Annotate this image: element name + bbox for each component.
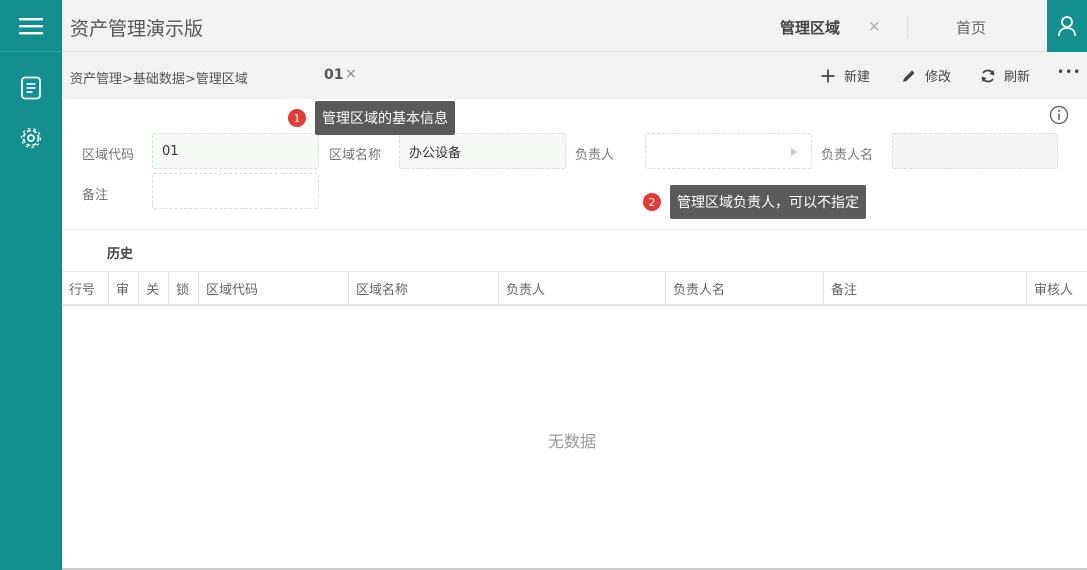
tab-management-area[interactable]: 管理区域 <box>780 17 840 38</box>
column-header-lock[interactable]: 锁 <box>169 272 199 305</box>
owner-select[interactable] <box>645 133 812 169</box>
breadcrumb: 资产管理>基础数据>管理区域 <box>70 72 248 87</box>
toolbar: 资产管理>基础数据>管理区域 01 × 新建 修改 刷新 ••• <box>62 52 1087 99</box>
basic-info-form: 区域代码 01 区域名称 办公设备 负责人 负责人名 备注 <box>62 99 1087 230</box>
sidebar-item-settings[interactable] <box>0 118 62 158</box>
new-button[interactable]: 新建 <box>820 66 870 85</box>
tip-2-text: 管理区域负责人，可以不指定 <box>670 185 866 219</box>
record-id: 01 <box>324 67 344 83</box>
pencil-icon <box>903 70 915 82</box>
area-name-label: 区域名称 <box>329 148 382 163</box>
info-button[interactable] <box>1049 105 1069 129</box>
remark-input[interactable] <box>152 173 319 209</box>
new-button-label: 新建 <box>844 70 871 85</box>
settings-icon <box>20 127 42 149</box>
info-icon <box>1049 105 1069 125</box>
plus-icon <box>821 69 835 82</box>
column-header-area-name[interactable]: 区域名称 <box>349 272 499 305</box>
refresh-button[interactable]: 刷新 <box>980 66 1030 85</box>
column-header-owner[interactable]: 负责人 <box>499 272 666 305</box>
owner-label: 负责人 <box>575 148 615 163</box>
tip-1-badge: 1 <box>288 109 306 127</box>
tip-1-text: 管理区域的基本信息 <box>315 101 455 135</box>
top-bar: 资产管理演示版 管理区域 × 首页 <box>62 0 1087 52</box>
edit-button-label: 修改 <box>925 70 952 85</box>
refresh-button-label: 刷新 <box>1004 70 1031 85</box>
record-close-button[interactable]: × <box>345 66 357 82</box>
tab-divider <box>907 16 908 38</box>
sidebar <box>0 0 62 570</box>
column-header-audit[interactable]: 审 <box>109 272 139 305</box>
column-header-auditor[interactable]: 审核人 <box>1027 272 1087 305</box>
remark-label: 备注 <box>82 188 109 203</box>
tip-2-badge: 2 <box>643 193 661 211</box>
history-table-header: 行号 审 关 锁 区域代码 区域名称 负责人 负责人名 备注 审核人 <box>62 271 1087 306</box>
column-header-row-no[interactable]: 行号 <box>62 272 109 305</box>
tab-home[interactable]: 首页 <box>956 17 986 38</box>
menu-button[interactable] <box>0 0 62 52</box>
sidebar-item-document[interactable] <box>0 68 62 108</box>
user-icon <box>1058 16 1076 37</box>
column-header-area-code[interactable]: 区域代码 <box>199 272 349 305</box>
owner-name-input <box>892 133 1058 169</box>
area-name-input[interactable]: 办公设备 <box>399 133 566 169</box>
column-header-remark[interactable]: 备注 <box>824 272 1027 305</box>
tab-close-button[interactable]: × <box>868 17 881 35</box>
area-code-value: 01 <box>162 143 179 159</box>
owner-name-label: 负责人名 <box>821 148 874 163</box>
edit-button[interactable]: 修改 <box>901 66 951 85</box>
menu-icon <box>19 17 43 34</box>
tip-owner: 2 管理区域负责人，可以不指定 <box>643 185 866 219</box>
caret-right-icon <box>791 148 797 156</box>
more-button[interactable]: ••• <box>1057 65 1081 79</box>
area-name-value: 办公设备 <box>409 145 462 161</box>
column-header-owner-name[interactable]: 负责人名 <box>666 272 824 305</box>
document-icon <box>21 76 41 100</box>
column-header-close[interactable]: 关 <box>139 272 169 305</box>
user-button[interactable] <box>1047 0 1087 52</box>
area-code-input[interactable]: 01 <box>152 133 319 169</box>
empty-state-text: 无数据 <box>548 432 597 451</box>
history-title[interactable]: 历史 <box>107 243 133 262</box>
refresh-icon <box>981 69 995 82</box>
area-code-label: 区域代码 <box>82 148 135 163</box>
tip-basic-info: 1 管理区域的基本信息 <box>288 101 455 135</box>
app-title: 资产管理演示版 <box>70 18 204 40</box>
more-icon: ••• <box>1057 65 1082 79</box>
